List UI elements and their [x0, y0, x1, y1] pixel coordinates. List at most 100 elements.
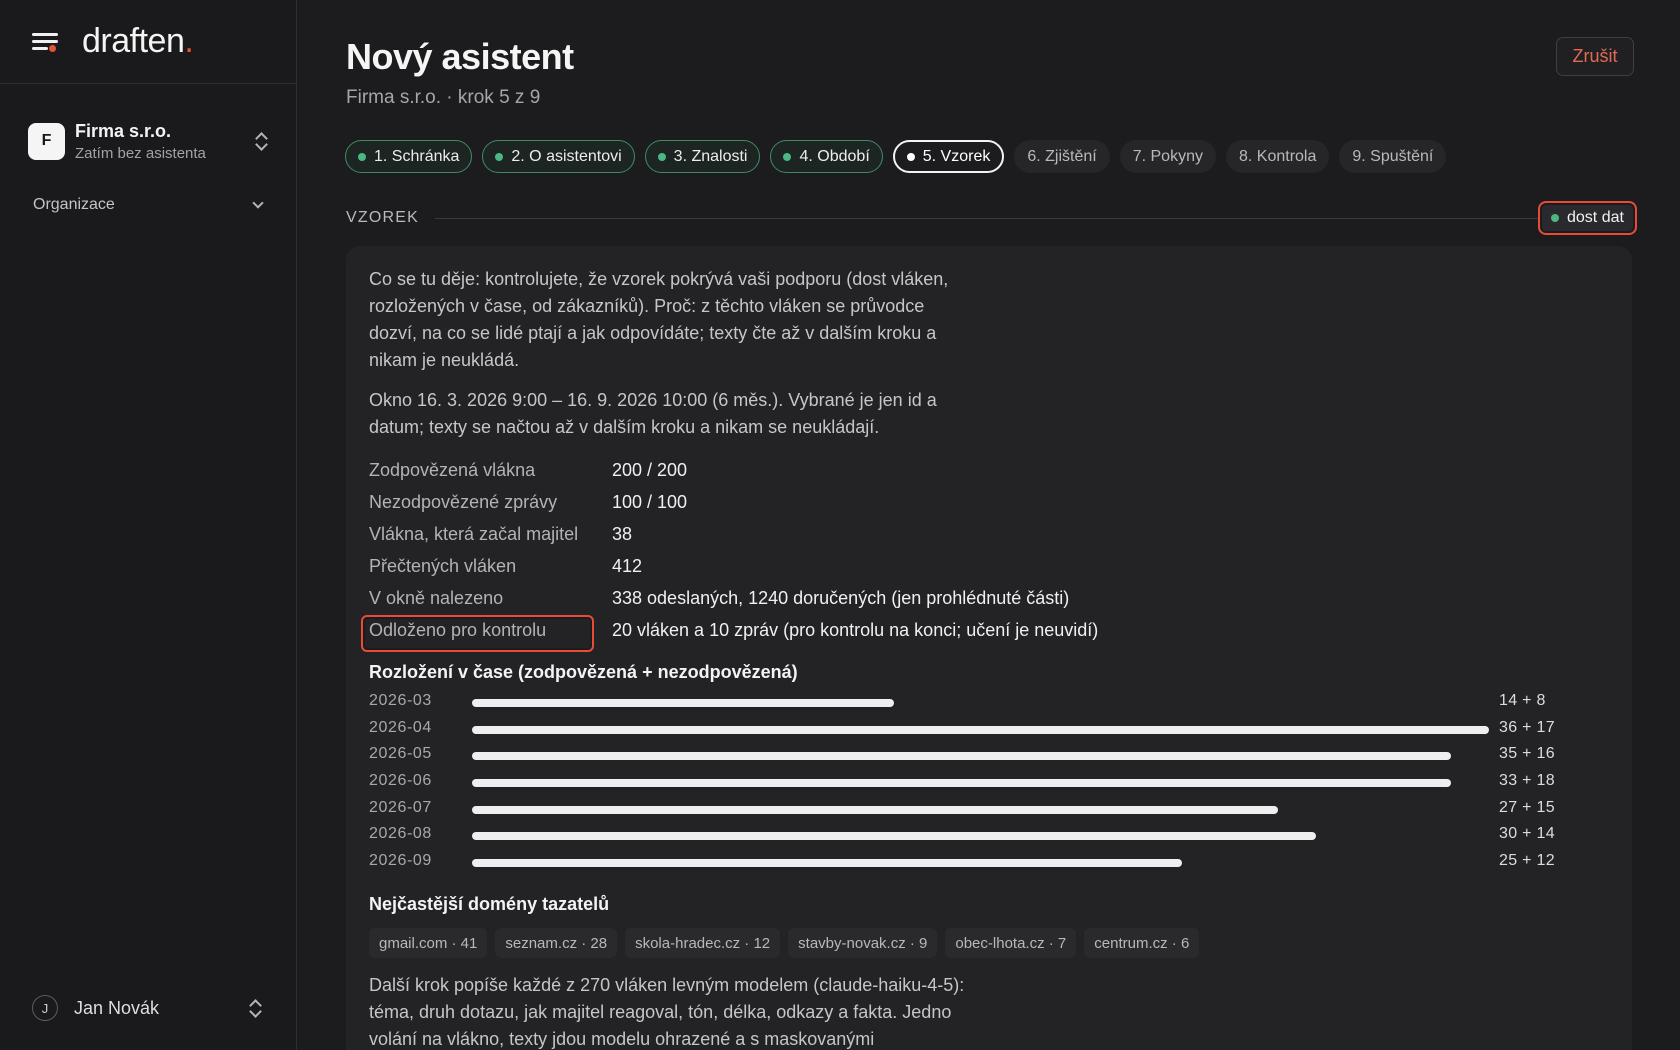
step-status-dot-icon	[783, 152, 792, 161]
timeline-row: 2026-06 33 + 18	[369, 769, 1609, 796]
step-2[interactable]: 2. O asistentovi	[482, 140, 635, 173]
section-divider	[435, 217, 1622, 219]
domain-chip: stavby-novak.cz · 9	[788, 928, 938, 958]
logo: draften.	[82, 22, 194, 61]
step-1[interactable]: 1. Schránka	[345, 140, 473, 173]
fact-label: V okně nalezeno	[369, 587, 504, 608]
fact-label: Nezodpovězené zprávy	[369, 491, 558, 512]
timeline-month-label: 2026-08	[369, 825, 432, 843]
timeline-month-label: 2026-06	[369, 772, 432, 790]
user-name: Jan Novák	[74, 997, 160, 1018]
fact-label: Odloženo pro kontrolu	[361, 614, 612, 652]
timeline-track	[472, 779, 1489, 788]
section-title: VZOREK	[346, 209, 419, 226]
timeline-value-label: 30 + 14	[1499, 825, 1555, 843]
org-text: Firma s.r.o. Zatím bez asistenta	[75, 121, 254, 162]
step-label: 6. Zjištění	[1027, 147, 1097, 165]
step-9[interactable]: 9. Spuštění	[1339, 140, 1447, 173]
fact-value: 338 odeslaných, 1240 doručených (jen pro…	[612, 587, 1070, 608]
timeline-bar	[472, 779, 1451, 788]
timeline-chart: 2026-03 14 + 8 2026-04 36 + 17 2026-05 35 + 1…	[369, 689, 1609, 876]
step-status-dot-icon	[358, 152, 366, 161]
timeline-value-label: 25 + 12	[1499, 852, 1555, 870]
step-label: 5. Vzorek	[922, 147, 991, 165]
fact-value: 38	[612, 523, 633, 544]
fact-value: 100 / 100	[612, 491, 688, 512]
timeline-row: 2026-03 14 + 8	[369, 689, 1609, 716]
fact-label: Zodpovězená vlákna	[369, 459, 536, 480]
page-title: Nový asistent	[346, 36, 574, 77]
fact-label: Přečtených vláken	[369, 555, 517, 576]
timeline-title: Rozložení v čase (zodpovězená + nezodpov…	[369, 662, 798, 682]
timeline-month-label: 2026-09	[369, 852, 432, 870]
fact-row: Odloženo pro kontrolu 20 vláken a 10 zprá…	[361, 614, 1098, 652]
menu-icon[interactable]	[32, 31, 60, 53]
user-menu[interactable]: J Jan Novák	[32, 990, 262, 1026]
timeline-bar	[472, 832, 1317, 841]
domain-chip: obec-lhota.cz · 7	[945, 928, 1077, 958]
step-label: 9. Spuštění	[1352, 147, 1434, 165]
timeline-value-label: 27 + 15	[1499, 798, 1555, 816]
step-label: 1. Schránka	[374, 147, 460, 165]
org-subtitle: Zatím bez asistenta	[75, 144, 206, 162]
wizard-steps: 1. Schránka 2. O asistentovi 3. Znalosti 4.…	[345, 140, 1447, 173]
fact-row: V okně nalezeno 338 odeslaných, 1240 doru…	[369, 582, 1098, 614]
domain-chip: gmail.com · 41	[369, 928, 488, 958]
step-8[interactable]: 8. Kontrola	[1225, 140, 1330, 173]
cancel-button[interactable]: Zrušit	[1556, 37, 1634, 76]
fact-row: Nezodpovězené zprávy 100 / 100	[369, 486, 1098, 518]
timeline-track	[472, 752, 1489, 761]
organization-section-toggle[interactable]: Organizace	[33, 192, 264, 218]
domain-chip: seznam.cz · 28	[495, 928, 618, 958]
sidebar: draften. F Firma s.r.o. Zatím bez asiste…	[0, 0, 297, 1050]
fact-value: 412	[612, 555, 643, 576]
timeline-row: 2026-05 35 + 16	[369, 742, 1609, 769]
brand-bar: draften.	[0, 0, 296, 84]
step-label: 3. Znalosti	[673, 147, 748, 165]
logo-text: draften	[82, 22, 185, 60]
fact-row: Vlákna, která začal majitel 38	[369, 518, 1098, 550]
domains-list: gmail.com · 41 seznam.cz · 28 skola-hradec…	[369, 928, 1200, 958]
domain-chip: centrum.cz · 6	[1084, 928, 1200, 958]
domain-chip: skola-hradec.cz · 12	[625, 928, 781, 958]
status-text: dost dat	[1567, 209, 1624, 226]
timeline-row: 2026-08 30 + 14	[369, 822, 1609, 849]
page-subtitle: Firma s.r.o. · krok 5 z 9	[346, 87, 541, 108]
step-7[interactable]: 7. Pokyny	[1119, 140, 1216, 173]
timeline-bar	[472, 725, 1489, 734]
timeline-track	[472, 832, 1489, 841]
domains-title: Nejčastější domény tazatelů	[369, 894, 610, 914]
fact-row: Přečtených vláken 412	[369, 550, 1098, 582]
step-status-dot-icon	[657, 152, 666, 161]
step-label: 4. Období	[799, 147, 870, 165]
timeline-value-label: 33 + 18	[1499, 772, 1555, 790]
step-6[interactable]: 6. Zjištění	[1014, 140, 1110, 173]
user-avatar: J	[32, 995, 58, 1021]
chevron-up-down-icon	[254, 130, 268, 152]
timeline-row: 2026-09 25 + 12	[369, 849, 1609, 876]
timeline-track	[472, 699, 1489, 707]
timeline-bar	[472, 859, 1182, 868]
step-status-dot-icon	[906, 152, 915, 161]
org-avatar: F	[28, 122, 65, 160]
timeline-month-label: 2026-04	[369, 718, 432, 736]
status-dot-icon	[1551, 214, 1559, 222]
timeline-row: 2026-07 27 + 15	[369, 796, 1609, 823]
timeline-bar	[472, 752, 1451, 761]
timeline-value-label: 35 + 16	[1499, 745, 1555, 763]
org-name: Firma s.r.o.	[75, 120, 172, 141]
timeline-track	[472, 725, 1489, 734]
timeline-month-label: 2026-05	[369, 745, 432, 763]
next-step-text: Další krok popíše každé z 270 vláken lev…	[369, 975, 965, 1049]
main-content: Nový asistent Firma s.r.o. · krok 5 z 9 …	[298, 0, 1680, 1050]
step-label: 8. Kontrola	[1238, 147, 1317, 165]
timeline-bar	[472, 805, 1278, 814]
timeline-value-label: 14 + 8	[1499, 692, 1546, 709]
step-3[interactable]: 3. Znalosti	[644, 140, 761, 173]
chevron-up-down-icon	[248, 997, 262, 1019]
step-5[interactable]: 5. Vzorek	[892, 140, 1005, 173]
fact-row: Zodpovězená vlákna 200 / 200	[369, 454, 1098, 486]
organization-switcher[interactable]: F Firma s.r.o. Zatím bez asistenta	[0, 116, 296, 166]
step-label: 2. O asistentovi	[511, 147, 622, 165]
step-4[interactable]: 4. Období	[770, 140, 883, 173]
